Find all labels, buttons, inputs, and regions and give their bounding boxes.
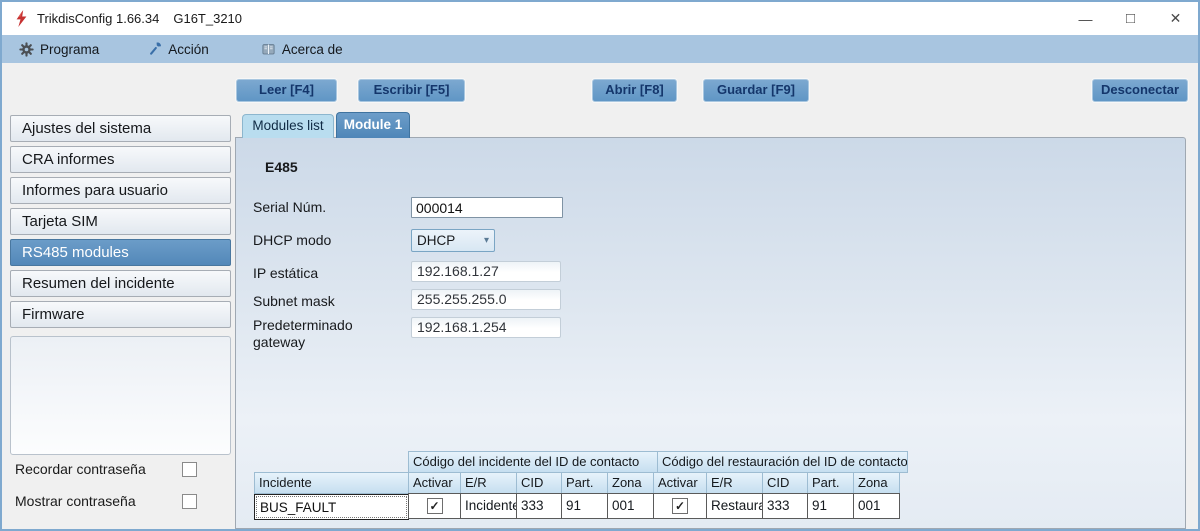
- col-header-er-r: E/R: [706, 472, 763, 494]
- col-header-enable-r: Activar: [653, 472, 707, 494]
- window-title: TrikdisConfig 1.66.34: [37, 11, 160, 26]
- book-icon: [262, 43, 275, 54]
- sidebar: Ajustes del sistema CRA informes Informe…: [10, 115, 231, 332]
- col-header-cid-r: CID: [762, 472, 808, 494]
- module-panel: E485 Serial Núm. DHCP modo DHCP ▾ IP est…: [235, 137, 1186, 529]
- restore-zone-cell[interactable]: 001: [853, 493, 900, 519]
- restore-part-cell[interactable]: 91: [807, 493, 854, 519]
- show-password-checkbox[interactable]: [182, 493, 197, 509]
- remember-password-checkbox[interactable]: [182, 461, 197, 477]
- events-table: Código del incidente del ID de contacto …: [254, 451, 908, 520]
- incident-name-input[interactable]: [254, 494, 409, 520]
- event-zone-cell[interactable]: 001: [607, 493, 654, 519]
- tab-module-1[interactable]: Module 1: [336, 112, 410, 138]
- dhcp-select[interactable]: DHCP ▾: [411, 229, 495, 252]
- sidebar-empty-panel: [10, 336, 231, 455]
- col-header-part-e: Part.: [561, 472, 608, 494]
- col-header-incident: Incidente: [254, 472, 409, 494]
- col-header-zone-r: Zona: [853, 472, 900, 494]
- gear-icon: [19, 41, 34, 57]
- sidebar-item-resumen[interactable]: Resumen del incidente: [10, 270, 231, 297]
- restore-enable-checkbox[interactable]: ✓: [672, 498, 688, 514]
- subnet-value: 255.255.255.0: [411, 289, 561, 310]
- sidebar-item-cra[interactable]: CRA informes: [10, 146, 231, 173]
- app-logo-icon: [15, 10, 28, 27]
- sidebar-item-sim[interactable]: Tarjeta SIM: [10, 208, 231, 235]
- col-header-enable-e: Activar: [408, 472, 461, 494]
- menu-bar: Programa Acción Acerca de: [2, 35, 1198, 63]
- menu-accion[interactable]: Acción: [147, 42, 209, 57]
- col-header-part-r: Part.: [807, 472, 854, 494]
- col-header-er-e: E/R: [460, 472, 517, 494]
- remember-password-row: Recordar contraseña: [15, 460, 197, 478]
- group-header-spacer: [254, 451, 409, 473]
- col-header-zone-e: Zona: [607, 472, 654, 494]
- app-window: TrikdisConfig 1.66.34 G16T_3210 — □ ✕ Pr…: [0, 0, 1200, 531]
- menu-programa[interactable]: Programa: [19, 42, 99, 57]
- serial-label: Serial Núm.: [253, 199, 327, 215]
- maximize-button[interactable]: □: [1108, 2, 1153, 35]
- gateway-value: 192.168.1.254: [411, 317, 561, 338]
- menu-accion-label: Acción: [168, 41, 209, 57]
- col-header-cid-e: CID: [516, 472, 562, 494]
- chevron-down-icon: ▾: [483, 235, 489, 246]
- dhcp-selected-value: DHCP: [417, 233, 456, 248]
- group-header-restore: Código del restauración del ID de contac…: [657, 451, 908, 473]
- restore-er-cell[interactable]: Restauración: [706, 493, 763, 519]
- close-button[interactable]: ✕: [1153, 2, 1198, 35]
- gateway-label: Predeterminado gateway: [253, 317, 353, 350]
- static-ip-value: 192.168.1.27: [411, 261, 561, 282]
- event-er-cell[interactable]: Incidente: [460, 493, 517, 519]
- dhcp-label: DHCP modo: [253, 232, 332, 248]
- open-button[interactable]: Abrir [F8]: [592, 79, 677, 102]
- event-enable-checkbox[interactable]: ✓: [426, 498, 443, 514]
- disconnect-button[interactable]: Desconectar: [1092, 79, 1188, 102]
- menu-programa-label: Programa: [40, 41, 100, 57]
- sidebar-item-firmware[interactable]: Firmware: [10, 301, 231, 328]
- static-ip-label: IP estática: [253, 265, 319, 281]
- sidebar-item-ajustes[interactable]: Ajustes del sistema: [10, 115, 231, 142]
- group-header-event: Código del incidente del ID de contacto: [408, 451, 658, 473]
- wrench-icon: [150, 42, 162, 55]
- serial-input[interactable]: [411, 197, 563, 218]
- sidebar-item-rs485[interactable]: RS485 modules: [10, 239, 231, 266]
- restore-enable-cell: ✓: [653, 493, 707, 519]
- show-password-label: Mostrar contraseña: [15, 493, 136, 509]
- menu-acerca-label: Acerca de: [281, 41, 343, 57]
- module-type-label: E485: [265, 159, 298, 175]
- write-button[interactable]: Escribir [F5]: [358, 79, 465, 102]
- menu-acerca[interactable]: Acerca de: [261, 42, 343, 57]
- save-button[interactable]: Guardar [F9]: [703, 79, 809, 102]
- tab-modules-list[interactable]: Modules list: [242, 114, 334, 138]
- window-title-device: G16T_3210: [173, 11, 243, 26]
- event-part-cell[interactable]: 91: [561, 493, 608, 519]
- restore-cid-cell[interactable]: 333: [762, 493, 808, 519]
- subnet-label: Subnet mask: [253, 293, 335, 309]
- minimize-button[interactable]: —: [1063, 2, 1108, 35]
- event-enable-cell: ✓: [408, 493, 461, 519]
- show-password-row: Mostrar contraseña: [15, 492, 197, 510]
- sidebar-item-informes[interactable]: Informes para usuario: [10, 177, 231, 204]
- remember-password-label: Recordar contraseña: [15, 461, 146, 477]
- event-cid-cell[interactable]: 333: [516, 493, 562, 519]
- read-button[interactable]: Leer [F4]: [236, 79, 337, 102]
- title-bar: TrikdisConfig 1.66.34 G16T_3210 — □ ✕: [2, 2, 1198, 35]
